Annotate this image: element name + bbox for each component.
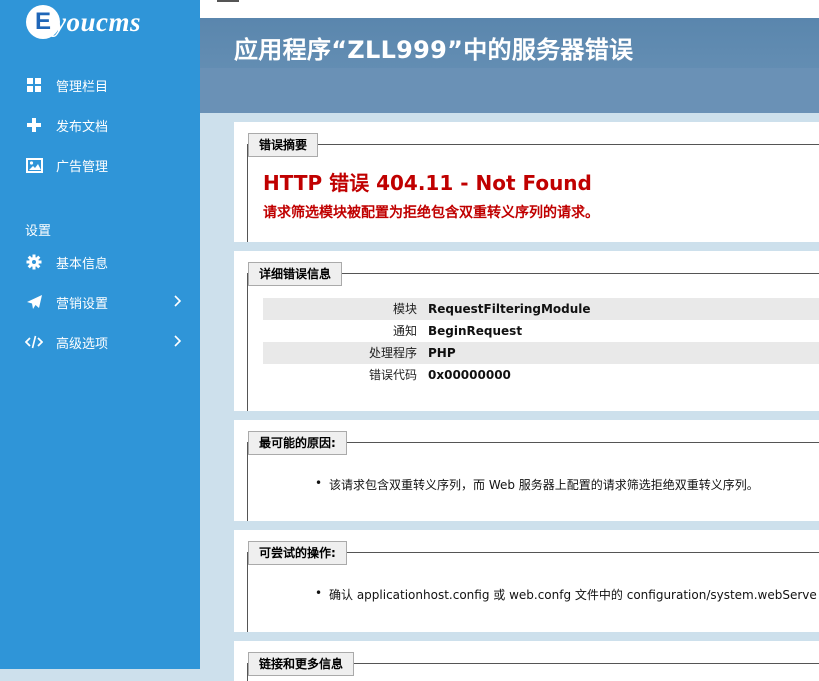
sidebar-item-basic-info[interactable]: 基本信息 — [0, 242, 200, 282]
header-band — [200, 68, 819, 113]
chevron-right-icon — [170, 334, 184, 348]
sidebar-item-manage-columns[interactable]: 管理栏目 — [0, 65, 200, 105]
detail-key: 模块 — [392, 302, 417, 316]
paper-plane-icon — [25, 293, 43, 311]
sidebar-item-label: 广告管理 — [56, 159, 109, 175]
summary-legend: 错误摘要 — [248, 133, 319, 157]
detail-row: 处理程序 PHP — [263, 342, 819, 364]
causes-card: 最可能的原因: 该请求包含双重转义序列，而 Web 服务器上配置的请求筛选拒绝双… — [234, 420, 819, 521]
sidebar-item-marketing[interactable]: 营销设置 — [0, 282, 200, 322]
detail-row: 通知 BeginRequest — [263, 320, 819, 342]
actions-card: 可尝试的操作: 确认 applicationhost.config 或 web.… — [234, 530, 819, 632]
error-message: 请求筛选模块被配置为拒绝包含双重转义序列的请求。 — [263, 205, 599, 221]
actions-legend: 可尝试的操作: — [248, 541, 347, 565]
detail-value: BeginRequest — [428, 324, 523, 338]
details-card: 详细错误信息 模块 RequestFilteringModule 通知 Begi… — [234, 251, 819, 411]
error-title: HTTP 错误 404.11 - Not Found — [263, 171, 592, 195]
detail-key: 处理程序 — [368, 346, 417, 360]
sidebar: E youcms 管理栏目 发布文档 广告管理 设置 基本信息 营销设置 高级选… — [0, 0, 200, 669]
detail-value: PHP — [428, 346, 456, 360]
image-icon — [25, 156, 43, 174]
code-icon — [25, 333, 43, 351]
causes-legend: 最可能的原因: — [248, 431, 347, 455]
logo-text: youcms — [54, 6, 141, 37]
logo[interactable]: E youcms — [26, 2, 141, 42]
list-item: 确认 applicationhost.config 或 web.confg 文件… — [315, 586, 817, 603]
plus-icon — [25, 116, 43, 134]
details-legend: 详细错误信息 — [248, 262, 343, 286]
detail-row: 错误代码 0x00000000 — [263, 364, 819, 386]
sidebar-item-label: 高级选项 — [56, 336, 109, 352]
section-label-settings: 设置 — [25, 224, 52, 239]
page-title: 应用程序“ZLL999”中的服务器错误 — [234, 36, 634, 64]
error-header: 应用程序“ZLL999”中的服务器错误 — [200, 18, 819, 113]
top-bar — [200, 0, 819, 18]
sidebar-item-advanced[interactable]: 高级选项 — [0, 322, 200, 362]
detail-row: 模块 RequestFilteringModule — [263, 298, 819, 320]
links-card: 链接和更多信息 — [234, 641, 819, 681]
sidebar-item-label: 营销设置 — [56, 296, 109, 312]
sidebar-item-ad-manage[interactable]: 广告管理 — [0, 145, 200, 185]
detail-value: RequestFilteringModule — [428, 302, 591, 316]
links-legend: 链接和更多信息 — [248, 652, 355, 676]
gear-icon — [25, 253, 43, 271]
menu-toggle-icon[interactable] — [217, 0, 239, 2]
detail-value: 0x00000000 — [428, 368, 511, 382]
chevron-right-icon — [170, 294, 184, 308]
logo-badge: E — [26, 5, 60, 39]
grid-icon — [25, 76, 43, 94]
detail-key: 错误代码 — [368, 368, 417, 382]
summary-card: 错误摘要 HTTP 错误 404.11 - Not Found 请求筛选模块被配… — [234, 122, 819, 242]
list-item: 该请求包含双重转义序列，而 Web 服务器上配置的请求筛选拒绝双重转义序列。 — [315, 476, 759, 493]
sidebar-item-label: 管理栏目 — [56, 79, 109, 95]
sidebar-item-label: 发布文档 — [56, 119, 109, 135]
sidebar-item-publish-doc[interactable]: 发布文档 — [0, 105, 200, 145]
sidebar-item-label: 基本信息 — [56, 256, 109, 272]
detail-key: 通知 — [392, 324, 417, 338]
